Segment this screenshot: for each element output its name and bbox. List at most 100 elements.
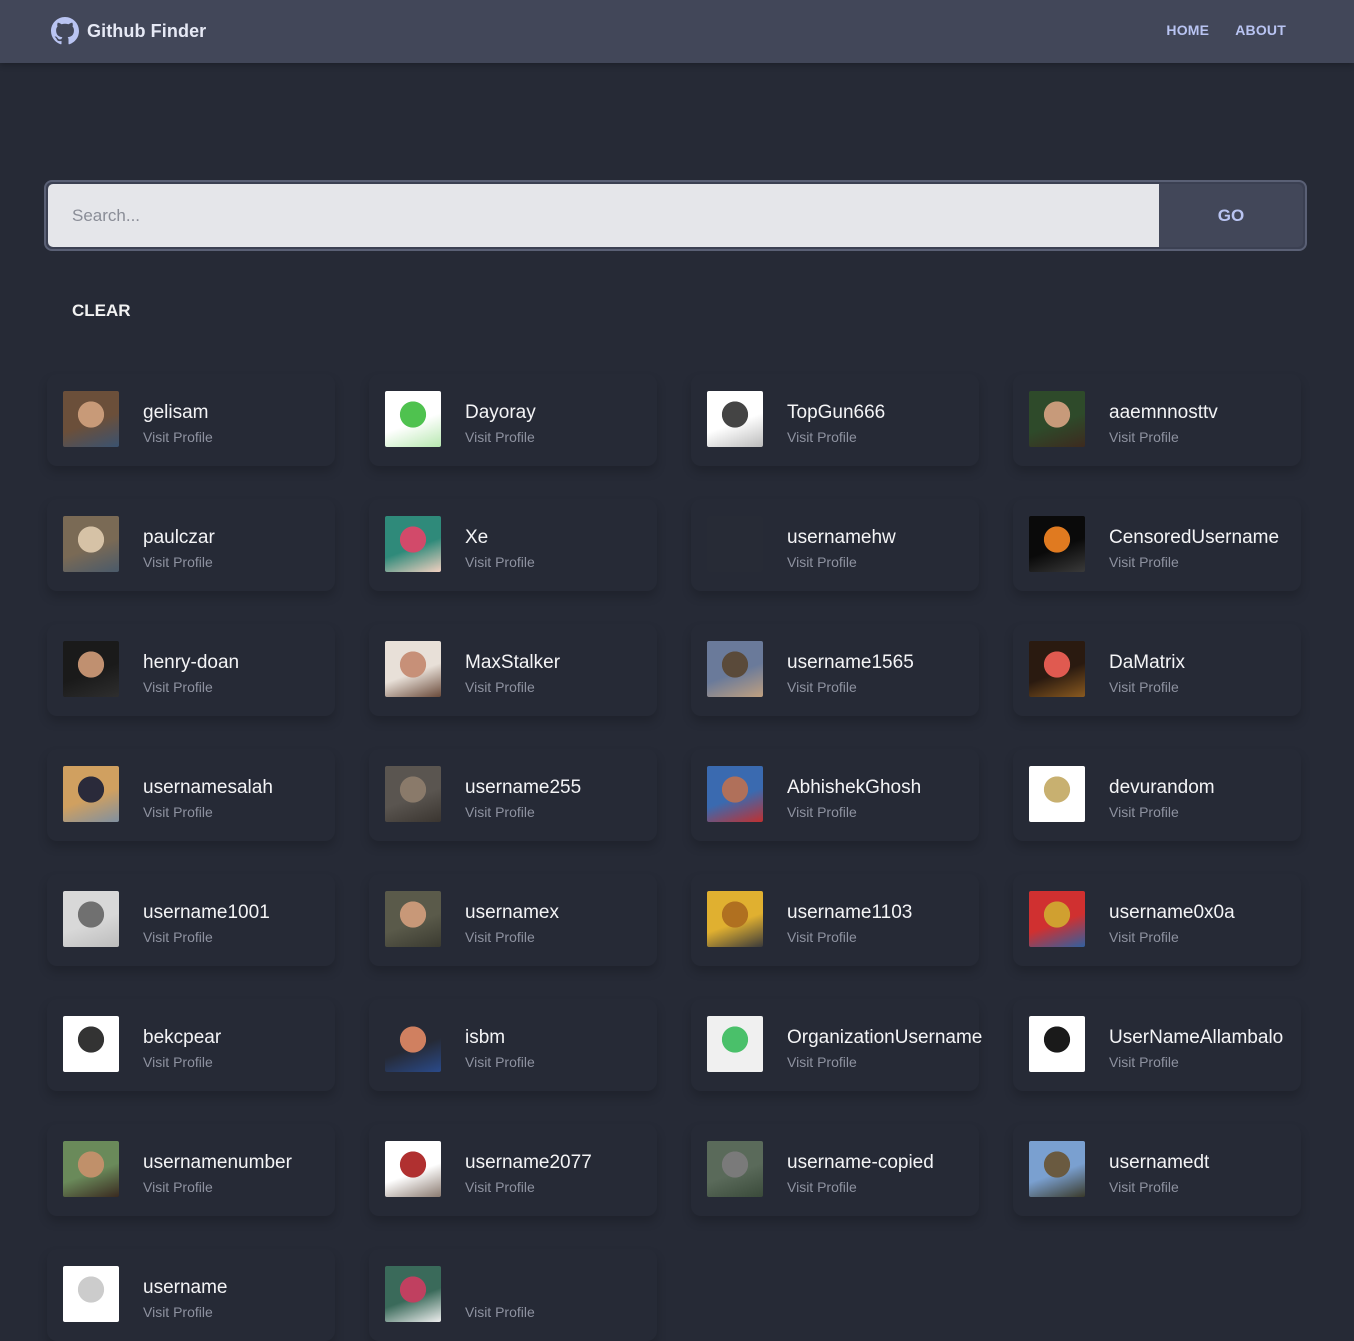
user-avatar <box>1029 891 1085 947</box>
visit-profile-link[interactable]: Visit Profile <box>143 1054 213 1070</box>
visit-profile-link[interactable]: Visit Profile <box>787 554 857 570</box>
user-avatar <box>707 641 763 697</box>
visit-profile-link[interactable]: Visit Profile <box>787 679 857 695</box>
clear-button[interactable]: CLEAR <box>72 301 131 321</box>
user-name: AbhishekGhosh <box>787 777 922 798</box>
visit-profile-link[interactable]: Visit Profile <box>465 929 535 945</box>
user-name: gelisam <box>143 402 209 423</box>
user-avatar <box>63 516 119 572</box>
user-card: username255 Visit Profile <box>369 749 657 841</box>
user-card: CensoredUsername Visit Profile <box>1013 499 1301 591</box>
user-avatar <box>1029 516 1085 572</box>
user-avatar <box>63 1141 119 1197</box>
user-avatar <box>385 1016 441 1072</box>
navbar: Github Finder HOME ABOUT <box>0 0 1354 63</box>
user-name: paulczar <box>143 527 215 548</box>
user-avatar <box>1029 391 1085 447</box>
visit-profile-link[interactable]: Visit Profile <box>787 1054 857 1070</box>
visit-profile-link[interactable]: Visit Profile <box>143 554 213 570</box>
user-card: Visit Profile <box>369 1249 657 1341</box>
visit-profile-link[interactable]: Visit Profile <box>465 804 535 820</box>
visit-profile-link[interactable]: Visit Profile <box>787 929 857 945</box>
user-name: bekcpear <box>143 1027 222 1048</box>
user-card: paulczar Visit Profile <box>47 499 335 591</box>
user-card: devurandom Visit Profile <box>1013 749 1301 841</box>
user-avatar <box>385 516 441 572</box>
user-avatar <box>1029 766 1085 822</box>
nav-about-link[interactable]: ABOUT <box>1235 22 1286 38</box>
user-card: aaemnnosttv Visit Profile <box>1013 374 1301 466</box>
visit-profile-link[interactable]: Visit Profile <box>1109 1179 1179 1195</box>
visit-profile-link[interactable]: Visit Profile <box>1109 429 1179 445</box>
user-name: username0x0a <box>1109 902 1235 923</box>
visit-profile-link[interactable]: Visit Profile <box>1109 929 1179 945</box>
user-card: DaMatrix Visit Profile <box>1013 624 1301 716</box>
visit-profile-link[interactable]: Visit Profile <box>465 554 535 570</box>
visit-profile-link[interactable]: Visit Profile <box>1109 804 1179 820</box>
user-card: TopGun666 Visit Profile <box>691 374 979 466</box>
user-avatar <box>707 766 763 822</box>
user-name: Xe <box>465 527 489 548</box>
user-card: isbm Visit Profile <box>369 999 657 1091</box>
user-avatar <box>385 891 441 947</box>
user-name: MaxStalker <box>465 652 561 673</box>
user-avatar <box>707 516 763 572</box>
github-icon <box>51 17 79 45</box>
user-avatar <box>707 391 763 447</box>
visit-profile-link[interactable]: Visit Profile <box>143 804 213 820</box>
user-avatar <box>63 891 119 947</box>
user-card: username1103 Visit Profile <box>691 874 979 966</box>
user-name: usernamesalah <box>143 777 273 798</box>
user-name: usernamenumber <box>143 1152 292 1173</box>
user-name: username1001 <box>143 902 270 923</box>
visit-profile-link[interactable]: Visit Profile <box>787 804 857 820</box>
user-card: username0x0a Visit Profile <box>1013 874 1301 966</box>
user-name: isbm <box>465 1027 506 1048</box>
search-input[interactable] <box>48 184 1159 247</box>
visit-profile-link[interactable]: Visit Profile <box>1109 679 1179 695</box>
user-card: usernamesalah Visit Profile <box>47 749 335 841</box>
visit-profile-link[interactable]: Visit Profile <box>1109 554 1179 570</box>
user-card: Xe Visit Profile <box>369 499 657 591</box>
visit-profile-link[interactable]: Visit Profile <box>465 429 535 445</box>
user-name: username1103 <box>787 902 913 923</box>
nav-links: HOME ABOUT <box>1166 22 1286 38</box>
visit-profile-link[interactable]: Visit Profile <box>465 1054 535 1070</box>
user-name: usernamehw <box>787 527 896 548</box>
visit-profile-link[interactable]: Visit Profile <box>465 679 535 695</box>
visit-profile-link[interactable]: Visit Profile <box>1109 1054 1179 1070</box>
visit-profile-link[interactable]: Visit Profile <box>143 1179 213 1195</box>
user-name: username1565 <box>787 652 914 673</box>
user-name: devurandom <box>1109 777 1215 798</box>
visit-profile-link[interactable]: Visit Profile <box>143 1304 213 1320</box>
visit-profile-link[interactable]: Visit Profile <box>787 429 857 445</box>
user-avatar <box>1029 1141 1085 1197</box>
user-avatar <box>63 1016 119 1072</box>
nav-home-link[interactable]: HOME <box>1166 22 1209 38</box>
visit-profile-link[interactable]: Visit Profile <box>465 1304 535 1320</box>
user-card: AbhishekGhosh Visit Profile <box>691 749 979 841</box>
user-card: username1001 Visit Profile <box>47 874 335 966</box>
visit-profile-link[interactable]: Visit Profile <box>143 429 213 445</box>
visit-profile-link[interactable]: Visit Profile <box>143 929 213 945</box>
user-name: henry-doan <box>143 652 240 673</box>
user-name: username <box>143 1277 228 1298</box>
visit-profile-link[interactable]: Visit Profile <box>465 1179 535 1195</box>
user-name: usernamex <box>465 902 559 923</box>
user-avatar <box>385 641 441 697</box>
user-card: username2077 Visit Profile <box>369 1124 657 1216</box>
go-button[interactable]: GO <box>1159 184 1303 247</box>
user-name: username2077 <box>465 1152 592 1173</box>
user-card: OrganizationUsername Visit Profile <box>691 999 982 1091</box>
visit-profile-link[interactable]: Visit Profile <box>787 1179 857 1195</box>
user-card: username1565 Visit Profile <box>691 624 979 716</box>
user-avatar <box>385 1266 441 1322</box>
visit-profile-link[interactable]: Visit Profile <box>143 679 213 695</box>
user-card: username Visit Profile <box>47 1249 335 1341</box>
user-name: aaemnnosttv <box>1109 402 1218 423</box>
brand-link[interactable]: Github Finder <box>51 17 206 45</box>
user-avatar <box>63 391 119 447</box>
user-avatar <box>385 766 441 822</box>
user-card: henry-doan Visit Profile <box>47 624 335 716</box>
user-name: usernamedt <box>1109 1152 1210 1173</box>
